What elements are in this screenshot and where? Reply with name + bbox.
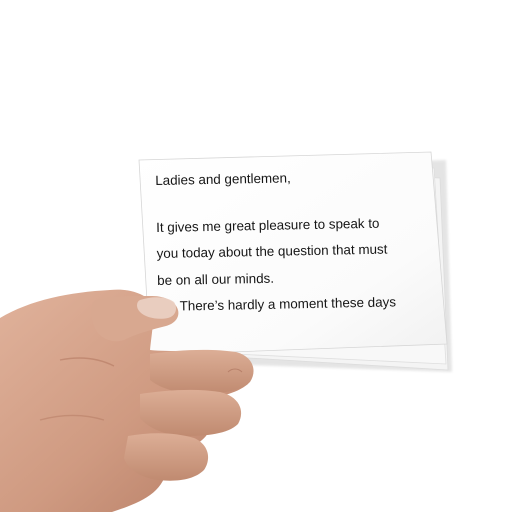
finger-middle xyxy=(140,389,242,436)
finger-index xyxy=(150,349,254,394)
photo-scene: Ladies and gentlemen, It gives me great … xyxy=(0,0,512,512)
hand-graphic xyxy=(0,289,254,512)
